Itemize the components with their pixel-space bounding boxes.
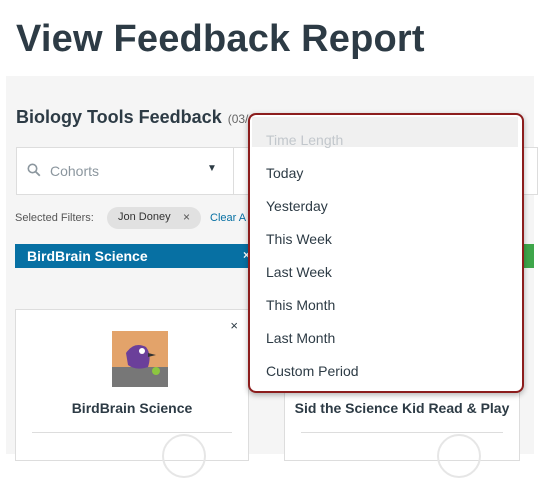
active-tool-bar[interactable]: BirdBrain Science × [15,244,255,268]
menu-item-this-month[interactable]: This Month [266,297,335,313]
menu-item-custom-period[interactable]: Custom Period [266,363,359,379]
filter-chip-label: Jon Doney [118,211,171,223]
rating-gauge [162,434,206,478]
menu-item-last-week[interactable]: Last Week [266,264,332,280]
birdbrain-logo [112,331,168,387]
triangle-down-icon: ▼ [207,163,217,174]
active-tool-label: BirdBrain Science [27,248,148,264]
menu-item-this-week[interactable]: This Week [266,231,332,247]
card-divider [32,432,232,433]
tool-card[interactable]: × BirdBrain Science [15,309,249,478]
report-name: Biology Tools Feedback [16,107,222,127]
menu-item-today[interactable]: Today [266,165,303,181]
card-title: BirdBrain Science [71,400,193,416]
menu-item-last-month[interactable]: Last Month [266,330,335,346]
menu-item-yesterday[interactable]: Yesterday [266,198,328,214]
rating-gauge [437,434,481,478]
filter-chip: Jon Doney × [107,207,201,229]
chip-remove-icon[interactable]: × [183,210,190,224]
clear-all-link[interactable]: Clear A [210,212,246,224]
cohorts-select[interactable]: Cohorts ▼ [17,148,234,194]
card-divider [301,432,503,433]
report-heading: Biology Tools Feedback (03/18/ [16,107,265,128]
card-title: Sid the Science Kid Read & Play [294,400,510,416]
cohorts-placeholder: Cohorts [50,163,100,179]
close-icon[interactable]: × [230,318,238,333]
time-length-dropdown[interactable]: Time Length Today Yesterday This Week La… [248,113,524,393]
selected-filters-label: Selected Filters: [15,212,94,224]
search-icon [27,163,41,182]
page-title: View Feedback Report [16,18,425,60]
time-length-placeholder: Time Length [266,132,344,148]
